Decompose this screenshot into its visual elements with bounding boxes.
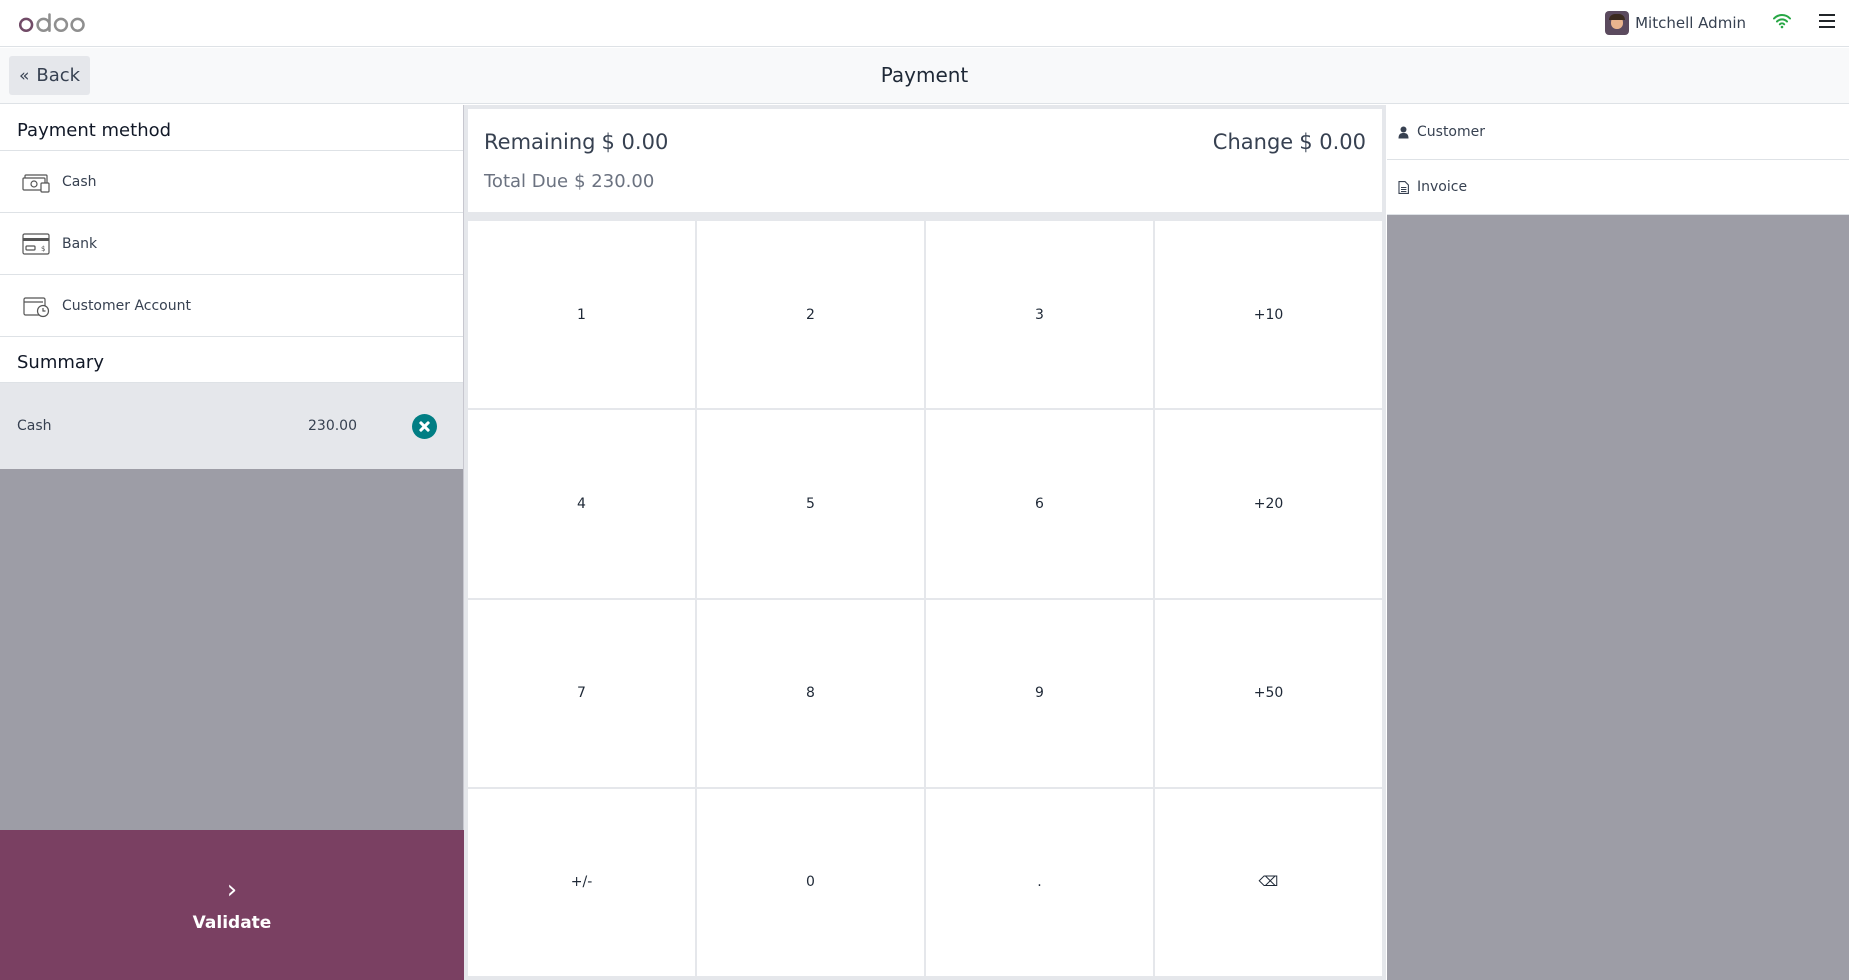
change-label: Change xyxy=(1212,130,1294,154)
cash-icon xyxy=(22,173,50,193)
top-navbar: Mitchell Admin xyxy=(0,0,1849,47)
numpad-key-2[interactable]: 2 xyxy=(697,221,924,409)
remove-payment-line-icon[interactable] xyxy=(412,413,437,439)
remaining-value: $ 0.00 xyxy=(601,130,669,154)
payment-center-panel: Remaining $ 0.00 Change $ 0.00 Total Due $ … xyxy=(464,105,1386,980)
numpad-key-8[interactable]: 8 xyxy=(697,599,924,787)
file-text-icon xyxy=(1398,180,1409,194)
customer-label: Customer xyxy=(1417,124,1486,140)
chevron-right-icon: › xyxy=(226,875,238,905)
user-icon xyxy=(1398,126,1409,138)
change-value: $ 0.00 xyxy=(1299,130,1366,154)
payment-method-label: Customer Account xyxy=(62,297,191,314)
payment-right-panel: Customer Invoice xyxy=(1387,105,1849,980)
user-name: Mitchell Admin xyxy=(1635,14,1746,32)
payment-method-label: Bank xyxy=(62,235,98,252)
numpad-key-3[interactable]: 3 xyxy=(926,221,1153,409)
invoice-label: Invoice xyxy=(1417,179,1468,195)
numpad-key-9[interactable]: 9 xyxy=(926,599,1153,787)
numpad-key-4[interactable]: 4 xyxy=(468,410,695,598)
user-avatar xyxy=(1605,11,1630,35)
page-title: Payment xyxy=(880,63,969,87)
payment-line-method: Cash xyxy=(17,418,52,434)
odoo-logo[interactable] xyxy=(19,9,95,39)
payment-method-bank[interactable]: $ Bank xyxy=(0,213,463,275)
total-due-value: $ 230.00 xyxy=(574,171,655,192)
numpad-key-6[interactable]: 6 xyxy=(926,410,1153,598)
summary-title: Summary xyxy=(0,337,463,383)
numpad-key-decimal[interactable]: . xyxy=(926,788,1153,976)
numpad-key-7[interactable]: 7 xyxy=(468,599,695,787)
validate-button[interactable]: › Validate xyxy=(0,830,464,980)
numpad-key-0[interactable]: 0 xyxy=(697,788,924,976)
payment-line[interactable]: Cash 230.00 xyxy=(0,383,463,469)
numpad-key-1[interactable]: 1 xyxy=(468,221,695,409)
wallet-clock-icon xyxy=(23,296,50,317)
hamburger-menu-icon[interactable] xyxy=(1819,14,1835,30)
payment-left-panel: Payment method Cash $ Bank Customer Acco… xyxy=(0,105,464,980)
user-menu[interactable]: Mitchell Admin xyxy=(1605,11,1746,35)
numpad: 1 2 3 +10 4 5 6 +20 7 8 9 +50 +/- 0 . ⌫ xyxy=(468,221,1382,976)
payment-method-label: Cash xyxy=(62,173,97,190)
numpad-key-plus-10[interactable]: +10 xyxy=(1155,221,1382,409)
payment-method-cash[interactable]: Cash xyxy=(0,151,463,213)
validate-label: Validate xyxy=(192,913,272,933)
numpad-key-plus-20[interactable]: +20 xyxy=(1155,410,1382,598)
payment-method-customer-account[interactable]: Customer Account xyxy=(0,275,463,337)
total-due: Total Due $ 230.00 xyxy=(484,171,654,192)
total-due-label: Total Due xyxy=(484,171,569,192)
invoice-button[interactable]: Invoice xyxy=(1387,160,1849,215)
remaining-amount: Remaining $ 0.00 xyxy=(484,130,668,154)
numpad-key-plus-50[interactable]: +50 xyxy=(1155,599,1382,787)
backspace-icon[interactable]: ⌫ xyxy=(1155,788,1382,976)
customer-button[interactable]: Customer xyxy=(1387,105,1849,160)
payment-line-amount: 230.00 xyxy=(308,418,357,434)
card-icon: $ xyxy=(22,232,50,255)
payment-method-title: Payment method xyxy=(0,105,463,151)
numpad-key-5[interactable]: 5 xyxy=(697,410,924,598)
wifi-icon[interactable] xyxy=(1773,13,1791,29)
payment-status: Remaining $ 0.00 Change $ 0.00 Total Due $ … xyxy=(468,109,1382,212)
change-amount: Change $ 0.00 xyxy=(1213,130,1366,154)
control-bar: « Back Payment xyxy=(0,48,1849,104)
remaining-label: Remaining xyxy=(484,130,596,154)
numpad-key-sign[interactable]: +/- xyxy=(468,788,695,976)
svg-text:$: $ xyxy=(41,245,45,253)
